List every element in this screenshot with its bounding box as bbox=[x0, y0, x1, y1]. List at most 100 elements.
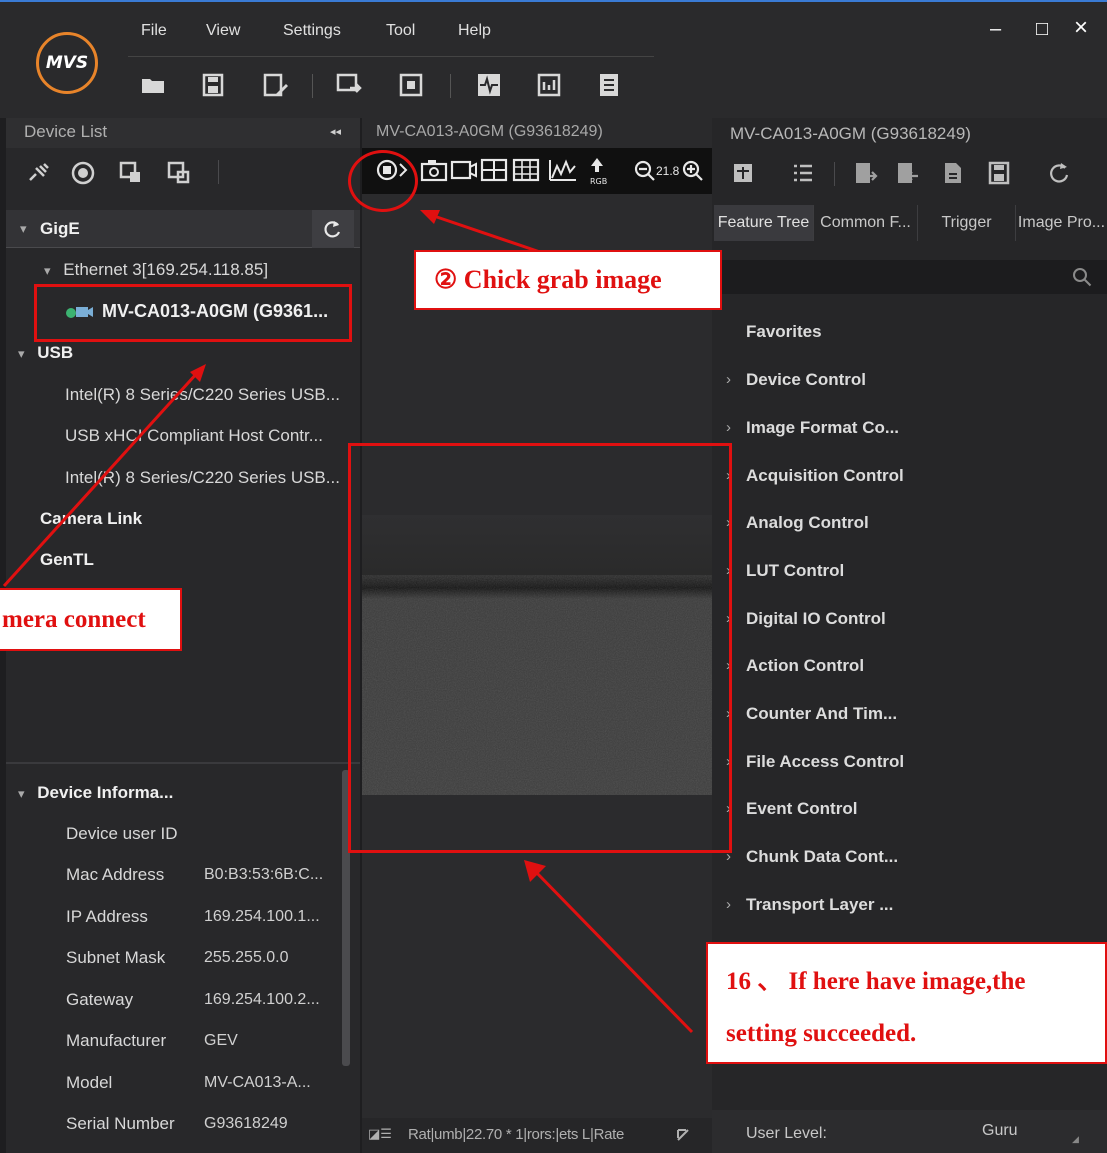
info-label: Device user ID bbox=[66, 824, 178, 843]
info-label: Subnet Mask bbox=[66, 948, 166, 967]
status-list-icon[interactable]: ◪☰ bbox=[368, 1126, 392, 1142]
collapse-caret-icon[interactable]: › bbox=[726, 371, 731, 388]
feature-item[interactable]: Action Control bbox=[746, 656, 864, 676]
display-window-icon[interactable] bbox=[336, 72, 362, 98]
section-divider bbox=[6, 762, 360, 764]
import-params-icon[interactable] bbox=[852, 160, 878, 186]
feature-item[interactable]: LUT Control bbox=[746, 561, 844, 581]
feature-item[interactable]: File Access Control bbox=[746, 752, 904, 772]
camera-connect-callout: mera connect bbox=[0, 588, 182, 651]
expand-caret-icon: ▾ bbox=[20, 221, 27, 236]
device-info-title: Device Informa... bbox=[37, 783, 174, 802]
zoom-in-icon[interactable] bbox=[682, 160, 704, 182]
feature-search-input[interactable] bbox=[720, 260, 1107, 294]
menu-view[interactable]: View bbox=[206, 22, 240, 40]
tab-trigger[interactable]: Trigger bbox=[918, 205, 1016, 241]
record-video-icon[interactable] bbox=[450, 158, 478, 182]
feature-item[interactable]: Favorites bbox=[746, 322, 822, 342]
refresh-params-icon[interactable] bbox=[1046, 160, 1072, 186]
tab-image-processing[interactable]: Image Pro... bbox=[1016, 205, 1107, 241]
save-params-icon[interactable] bbox=[986, 160, 1012, 186]
image-view-tab[interactable]: MV-CA013-A0GM (G93618249) bbox=[362, 118, 712, 148]
feature-item[interactable]: Digital IO Control bbox=[746, 609, 886, 629]
feature-item[interactable]: Analog Control bbox=[746, 513, 869, 533]
image-view-title: MV-CA013-A0GM (G93618249) bbox=[376, 123, 603, 140]
menu-file[interactable]: File bbox=[141, 22, 167, 40]
info-label: Gateway bbox=[66, 990, 134, 1009]
arrow-to-image bbox=[524, 860, 694, 1034]
grid-icon[interactable] bbox=[512, 158, 540, 182]
property-icon[interactable] bbox=[730, 160, 756, 186]
device-list-header: Device List ◂◂ bbox=[6, 118, 360, 148]
toolbar-separator bbox=[834, 162, 835, 186]
feature-item[interactable]: Event Control bbox=[746, 799, 857, 819]
tree-row-ethernet[interactable]: ▾ Ethernet 3[169.254.118.85] bbox=[44, 260, 268, 280]
image-area-highlight bbox=[348, 443, 732, 853]
histogram-icon[interactable] bbox=[548, 158, 578, 182]
arrow-to-camera bbox=[2, 364, 206, 588]
maximize-button[interactable]: □ bbox=[1036, 18, 1048, 41]
feature-item[interactable]: Transport Layer ... bbox=[746, 895, 893, 915]
expand-caret-icon: ▾ bbox=[18, 786, 25, 801]
expand-caret-icon: ▾ bbox=[18, 346, 25, 361]
feature-item[interactable]: Counter And Tim... bbox=[746, 704, 897, 724]
rgb-convert-icon[interactable]: RGB bbox=[584, 156, 610, 186]
minimize-button[interactable]: – bbox=[990, 18, 1001, 41]
menu-help[interactable]: Help bbox=[458, 22, 491, 40]
info-label: Manufacturer bbox=[66, 1031, 167, 1050]
image-adjust-icon[interactable] bbox=[536, 72, 562, 98]
info-label: Model bbox=[66, 1073, 113, 1092]
batch-open-icon[interactable] bbox=[118, 160, 144, 186]
camera-highlight bbox=[34, 284, 352, 342]
fit-window-icon[interactable] bbox=[398, 72, 424, 98]
open-folder-icon[interactable] bbox=[140, 72, 166, 98]
collapse-caret-icon[interactable]: › bbox=[726, 419, 731, 436]
batch-close-icon[interactable] bbox=[166, 160, 192, 186]
grab-image-callout: ② Chick grab image bbox=[414, 250, 722, 310]
load-file-icon[interactable] bbox=[940, 160, 966, 186]
log-icon[interactable] bbox=[596, 72, 622, 98]
menu-divider bbox=[128, 56, 654, 57]
zoom-out-icon[interactable] bbox=[634, 160, 656, 182]
feature-item[interactable]: Device Control bbox=[746, 370, 866, 390]
tab-common-features[interactable]: Common F... bbox=[814, 205, 918, 241]
toolbar-separator bbox=[218, 160, 219, 184]
waveform-icon[interactable] bbox=[476, 72, 502, 98]
toolbar-separator bbox=[312, 74, 313, 98]
feature-item[interactable]: Chunk Data Cont... bbox=[746, 847, 898, 867]
collapse-caret-icon[interactable]: › bbox=[726, 896, 731, 913]
split-view-icon[interactable] bbox=[480, 158, 508, 182]
list-view-icon[interactable] bbox=[790, 160, 816, 186]
stop-record-icon[interactable] bbox=[70, 160, 96, 186]
info-value: G93618249 bbox=[204, 1115, 288, 1132]
expand-corner-icon[interactable] bbox=[674, 1126, 692, 1144]
feature-panel-title: MV-CA013-A0GM (G93618249) bbox=[730, 124, 971, 143]
app-logo: MVS bbox=[36, 32, 98, 94]
snapshot-icon[interactable] bbox=[420, 158, 448, 182]
expand-caret-icon: ▾ bbox=[44, 263, 51, 278]
save-as-icon[interactable] bbox=[262, 72, 288, 98]
title-bar: MVS File View Settings Tool Help – □ × bbox=[0, 0, 1107, 118]
search-icon[interactable] bbox=[1072, 267, 1092, 287]
save-icon[interactable] bbox=[200, 72, 226, 98]
menu-tool[interactable]: Tool bbox=[386, 22, 415, 40]
svg-text:RGB: RGB bbox=[590, 177, 607, 186]
feature-item[interactable]: Image Format Co... bbox=[746, 418, 899, 438]
user-level-value[interactable]: Guru bbox=[982, 1122, 1018, 1140]
close-button[interactable]: × bbox=[1074, 14, 1088, 42]
export-params-icon[interactable] bbox=[894, 160, 920, 186]
device-list-title: Device List bbox=[24, 122, 108, 141]
info-label: Serial Number bbox=[66, 1114, 175, 1133]
collapse-panel-icon[interactable]: ◂◂ bbox=[330, 125, 341, 138]
device-info-header[interactable]: ▾ Device Informa... bbox=[18, 783, 173, 803]
success-callout-line: setting succeeded. bbox=[726, 1020, 917, 1047]
menu-settings[interactable]: Settings bbox=[283, 22, 341, 40]
status-bar: ◪☰ Rat|umb|22.70 * 1|rors:|ets L|Rate bbox=[362, 1118, 712, 1153]
tab-feature-tree[interactable]: Feature Tree bbox=[714, 205, 814, 241]
dropdown-corner-icon[interactable]: ◢ bbox=[1072, 1134, 1079, 1145]
refresh-button[interactable] bbox=[312, 210, 354, 248]
tree-row-gige[interactable]: ▾ GigE bbox=[6, 210, 360, 248]
disconnect-icon[interactable] bbox=[26, 160, 52, 186]
info-value: MV-CA013-A... bbox=[204, 1074, 311, 1091]
feature-item[interactable]: Acquisition Control bbox=[746, 466, 904, 486]
